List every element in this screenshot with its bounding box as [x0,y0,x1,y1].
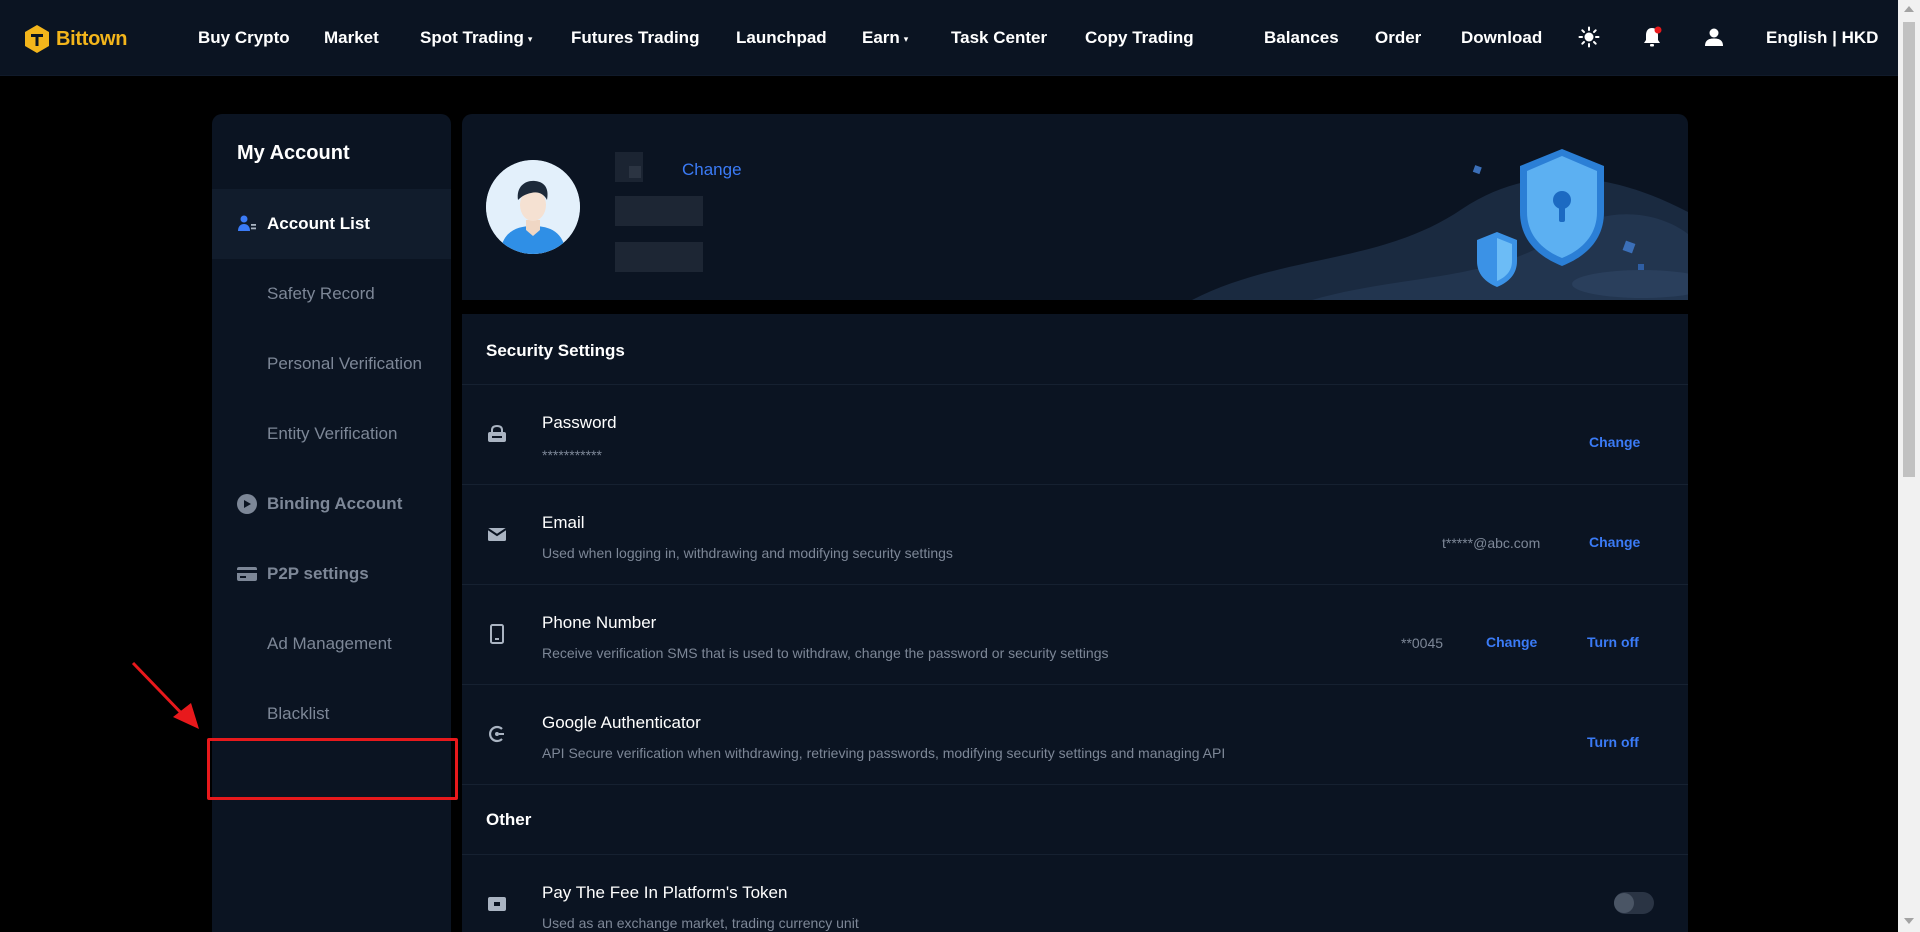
nav-spot-trading[interactable]: Spot Trading ▾ [420,28,532,48]
nav-balances[interactable]: Balances [1264,28,1339,48]
sun-icon[interactable] [1576,24,1602,50]
sidebar-item-label: P2P settings [267,564,369,583]
email-value: t*****@abc.com [1442,535,1541,551]
password-mask: *********** [542,447,602,463]
top-navigation-bar: Bittown Buy Crypto Market Spot Trading ▾ … [0,0,1898,76]
change-email-button[interactable]: Change [1589,534,1640,550]
nav-download[interactable]: Download [1461,28,1542,48]
nav-futures-trading[interactable]: Futures Trading [571,28,699,48]
mail-icon [486,523,508,545]
user-icon[interactable] [1701,24,1727,50]
sidebar-item-label: Safety Record [267,284,375,303]
redacted-uid-block [615,242,703,272]
sidebar-item-safety-record[interactable]: Safety Record [212,259,451,329]
account-sidebar: My Account Account List Safety Record Pe… [212,114,451,932]
row-title: Email [542,513,585,532]
row-description: Used when logging in, withdrawing and mo… [542,545,953,561]
toggle-knob [1614,893,1634,913]
row-description: API Secure verification when withdrawing… [542,745,1226,761]
scroll-up-arrow-icon[interactable] [1904,6,1914,12]
sidebar-item-label: Personal Verification [267,354,422,373]
sidebar-item-personal-verification[interactable]: Personal Verification [212,329,451,399]
sidebar-item-label: Account List [267,214,370,233]
sidebar-item-entity-verification[interactable]: Entity Verification [212,399,451,469]
scroll-down-arrow-icon[interactable] [1904,918,1914,924]
row-description: Receive verification SMS that is used to… [542,645,1109,661]
chevron-down-icon: ▾ [527,34,533,44]
sidebar-item-ad-management[interactable]: Ad Management [212,609,451,679]
sidebar-item-label: Blacklist [267,704,330,723]
chevron-down-icon: ▾ [903,34,909,44]
other-row-pay-fee-token: Pay The Fee In Platform's Token Used as … [462,855,1688,932]
nav-copy-trading[interactable]: Copy Trading [1085,28,1194,48]
annotation-highlight-box [207,738,458,800]
annotation-arrow [131,661,199,729]
security-row-password: Password *********** Change [462,385,1688,485]
language-currency-selector[interactable]: English | HKD [1766,28,1878,48]
sidebar-item-label: Ad Management [267,634,392,653]
security-settings-panel: Security Settings Password *********** C… [462,314,1688,932]
sidebar-title: My Account [237,142,350,164]
nav-buy-crypto[interactable]: Buy Crypto [198,28,290,48]
lock-icon [486,423,508,445]
row-title: Pay The Fee In Platform's Token [542,883,788,902]
sidebar-item-binding-account[interactable]: Binding Account [212,469,451,539]
row-description: Used as an exchange market, trading curr… [542,915,859,931]
token-icon [486,893,508,915]
avatar[interactable] [486,160,580,254]
redacted-username-block [629,166,641,178]
sidebar-item-label: Binding Account [267,494,403,513]
security-row-email: Email Used when logging in, withdrawing … [462,485,1688,585]
page-scrollbar-thumb[interactable] [1903,22,1915,477]
nav-earn[interactable]: Earn ▾ [862,28,908,48]
nav-market[interactable]: Market [324,28,379,48]
change-phone-button[interactable]: Change [1486,634,1537,650]
security-shield-illustration [1192,149,1688,300]
turn-off-authenticator-button[interactable]: Turn off [1587,734,1639,750]
change-nickname-link[interactable]: Change [682,160,742,180]
security-row-phone: Phone Number Receive verification SMS th… [462,585,1688,685]
card-icon [236,563,258,585]
sidebar-item-p2p-settings[interactable]: P2P settings [212,539,451,609]
sidebar-item-account-list[interactable]: Account List [212,189,451,259]
nav-order[interactable]: Order [1375,28,1421,48]
security-settings-heading: Security Settings [486,341,625,360]
account-list-icon [236,213,258,235]
phone-icon [486,623,508,645]
nav-launchpad[interactable]: Launchpad [736,28,827,48]
row-title: Google Authenticator [542,713,701,732]
nav-task-center[interactable]: Task Center [951,28,1047,48]
profile-card: Change [462,114,1688,300]
turn-off-phone-button[interactable]: Turn off [1587,634,1639,650]
bell-icon[interactable] [1639,24,1665,50]
change-password-button[interactable]: Change [1589,434,1640,450]
bittown-logo-icon [25,25,49,53]
brand-name: Bittown [56,27,128,50]
phone-value: **0045 [1401,635,1444,651]
binding-icon [236,493,258,515]
redacted-account-id-block [615,196,703,226]
other-heading: Other [486,810,532,829]
sidebar-item-label: Entity Verification [267,424,398,443]
brand-logo[interactable]: Bittown [24,24,128,54]
authenticator-icon [486,723,508,745]
row-title: Password [542,413,617,432]
row-title: Phone Number [542,613,657,632]
security-row-google-authenticator: Google Authenticator API Secure verifica… [462,685,1688,785]
